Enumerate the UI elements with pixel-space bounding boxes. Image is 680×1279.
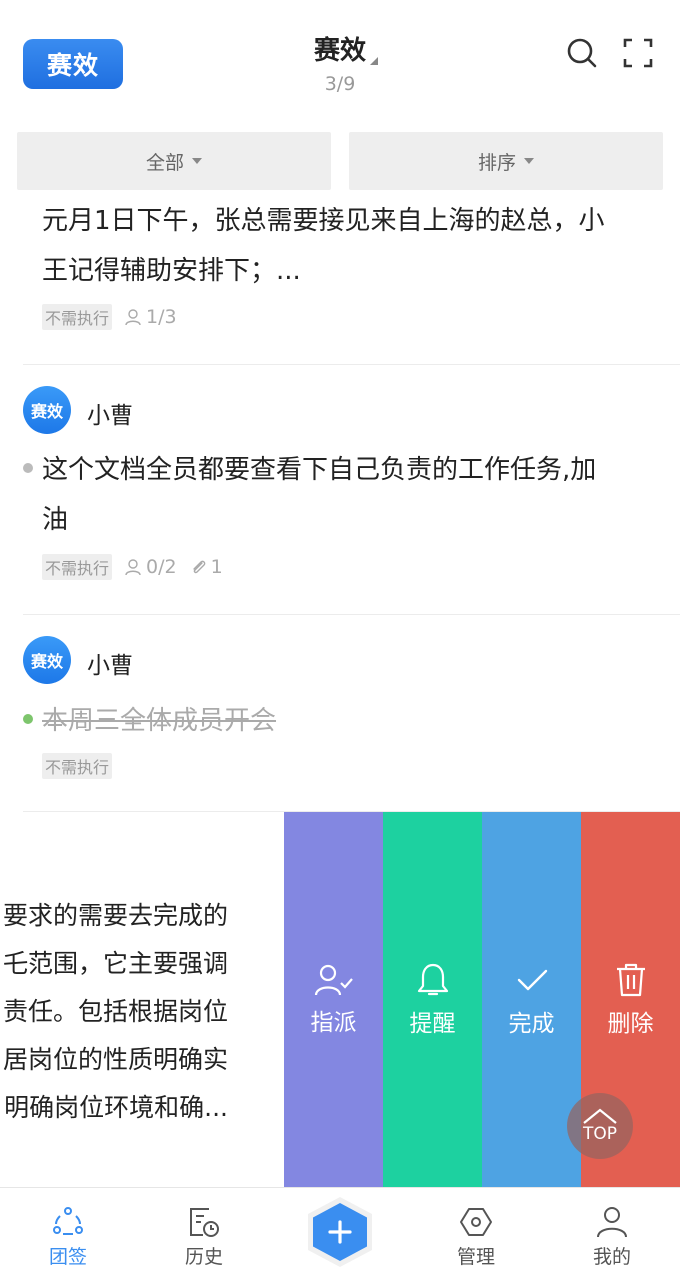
filter-all-dropdown[interactable]: 全部 — [17, 132, 331, 190]
nav-team[interactable]: 团签 — [18, 1206, 118, 1269]
task-bullet — [23, 463, 33, 473]
divider — [23, 364, 680, 365]
avatar[interactable]: 赛效 — [23, 636, 71, 684]
task-text-line: 要求的需要去完成的 — [2, 901, 228, 930]
team-title-switcher[interactable]: 赛效 3/9 — [240, 30, 440, 95]
bell-icon — [417, 963, 448, 995]
assign-label: 指派 — [310, 1009, 357, 1036]
member-count: 1/3 — [124, 306, 177, 328]
complete-label: 完成 — [508, 1010, 555, 1037]
person-icon — [125, 309, 141, 326]
swiped-task-content[interactable]: 要求的需要去完成的 乇范围，它主要强调 责任。包括根据岗位 居岗位的性质明确实 … — [0, 892, 284, 1142]
history-icon — [190, 1208, 219, 1237]
task-meta: 不需执行 1/3 — [42, 304, 189, 330]
nav-mine-label: 我的 — [592, 1246, 631, 1268]
remind-button[interactable]: 提醒 — [383, 812, 482, 1187]
check-icon — [517, 969, 547, 990]
dropdown-arrow-icon — [192, 158, 202, 164]
task-text-line: 明确岗位环境和确... — [4, 1093, 228, 1122]
status-badge: 不需执行 — [42, 753, 113, 779]
sort-dropdown[interactable]: 排序 — [349, 132, 663, 190]
back-to-top-label: TOP — [582, 1124, 618, 1144]
task-text-line: 元月1日下午，张总需要接见来自上海的赵总，小 — [42, 206, 605, 236]
nav-history-label: 历史 — [184, 1246, 223, 1268]
task-text-line: 居岗位的性质明确实 — [2, 1045, 228, 1074]
attachment-count-text: 1 — [210, 556, 223, 578]
chevron-up-icon — [583, 1108, 617, 1124]
team-title[interactable]: 赛效 — [313, 30, 378, 67]
status-badge: 不需执行 — [42, 304, 113, 330]
assign-button[interactable]: 指派 — [284, 812, 383, 1187]
user-icon — [597, 1207, 627, 1238]
username: 小曹 — [87, 653, 133, 679]
task-meta: 不需执行 0/2 1 — [42, 554, 235, 580]
caret-down-icon — [370, 57, 378, 65]
member-count-text: 0/2 — [146, 556, 177, 578]
dropdown-arrow-icon — [524, 158, 534, 164]
task-meta: 不需执行 — [42, 753, 124, 779]
fullscreen-icon[interactable] — [621, 36, 655, 70]
paperclip-icon — [192, 560, 205, 574]
team-icon — [53, 1207, 83, 1235]
task-content[interactable]: 这个文档全员都要查看下自己负责的工作任务,加 油 — [42, 445, 596, 545]
trash-icon — [616, 963, 645, 996]
page-count: 3/9 — [324, 73, 356, 95]
person-icon — [125, 559, 141, 576]
task-text-line: 油 — [42, 505, 69, 535]
nav-manage[interactable]: 管理 — [426, 1206, 526, 1269]
nav-manage-label: 管理 — [456, 1246, 495, 1268]
task-text-line: 王记得辅助安排下；... — [42, 256, 301, 286]
task-text-line: 责任。包括根据岗位 — [2, 997, 228, 1026]
nav-mine[interactable]: 我的 — [562, 1206, 662, 1269]
complete-button[interactable]: 完成 — [482, 812, 581, 1187]
username: 小曹 — [87, 403, 133, 429]
status-badge: 不需执行 — [42, 554, 113, 580]
top-header: 赛效 赛效 3/9 — [0, 0, 680, 120]
hexagon-settings-icon — [460, 1208, 492, 1236]
member-count-text: 1/3 — [146, 306, 177, 328]
delete-label: 删除 — [607, 1010, 654, 1037]
filter-all-label: 全部 — [145, 151, 184, 174]
team-title-text: 赛效 — [313, 36, 366, 66]
app-screen: 赛效 赛效 3/9 全部 排序 元月1日下午，张总需要接见来自上海的赵总，小 王… — [0, 0, 680, 1279]
nav-team-label: 团签 — [48, 1246, 87, 1268]
back-to-top-button[interactable]: TOP — [567, 1093, 633, 1159]
member-count: 0/2 — [124, 556, 177, 578]
avatar[interactable]: 赛效 — [23, 386, 71, 434]
search-icon[interactable] — [565, 36, 599, 70]
remind-label: 提醒 — [409, 1010, 456, 1037]
task-text-line: 本周三全体成员开会 — [42, 706, 277, 736]
assign-person-icon — [314, 964, 353, 995]
divider — [23, 614, 680, 615]
task-text-line: 乇范围，它主要强调 — [2, 949, 228, 978]
add-task-button[interactable] — [306, 1196, 374, 1268]
task-content-completed[interactable]: 本周三全体成员开会 — [42, 696, 276, 746]
task-content[interactable]: 元月1日下午，张总需要接见来自上海的赵总，小 王记得辅助安排下；... — [42, 196, 605, 296]
app-logo: 赛效 — [23, 39, 123, 89]
nav-history[interactable]: 历史 — [154, 1206, 254, 1269]
sort-label: 排序 — [477, 151, 516, 174]
task-bullet — [23, 714, 33, 724]
attachment-count: 1 — [189, 556, 223, 578]
task-text-line: 这个文档全员都要查看下自己负责的工作任务,加 — [42, 455, 597, 485]
